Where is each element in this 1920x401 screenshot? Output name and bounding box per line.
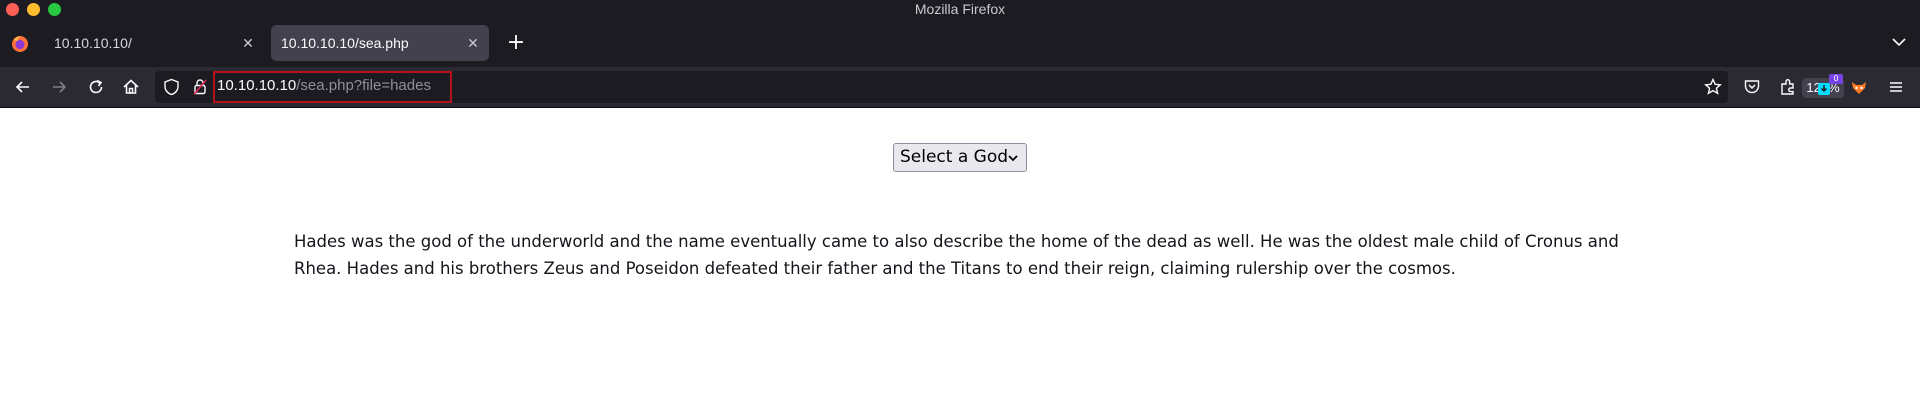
tab-strip: 10.10.10.10/ ✕ 10.10.10.10/sea.php ✕ + bbox=[0, 19, 1920, 67]
home-icon[interactable] bbox=[121, 77, 141, 97]
back-icon[interactable] bbox=[13, 77, 33, 97]
close-tab-icon[interactable]: ✕ bbox=[465, 25, 481, 61]
god-select-dropdown[interactable]: Select a God bbox=[893, 143, 1027, 172]
maximize-window-button[interactable] bbox=[48, 3, 61, 16]
url-path: /sea.php?file=hades bbox=[296, 77, 431, 94]
menu-icon[interactable] bbox=[1886, 77, 1906, 97]
chevron-down-icon bbox=[1008, 155, 1018, 162]
tab-home[interactable]: 10.10.10.10/ ✕ bbox=[44, 25, 264, 61]
navigation-toolbar: 10.10.10.10/sea.php?file=hades 120% 0 bbox=[0, 67, 1920, 108]
url-text[interactable]: 10.10.10.10/sea.php?file=hades bbox=[217, 77, 431, 94]
shield-icon[interactable] bbox=[163, 78, 180, 96]
extensions-icon[interactable] bbox=[1778, 77, 1798, 97]
new-tab-plus-icon[interactable]: + bbox=[505, 32, 527, 54]
forward-icon[interactable] bbox=[49, 77, 69, 97]
minimize-window-button[interactable] bbox=[27, 3, 40, 16]
list-all-tabs-chevron-icon[interactable] bbox=[1890, 33, 1908, 51]
extension-badge: 0 bbox=[1829, 74, 1843, 84]
reload-icon[interactable] bbox=[86, 77, 106, 97]
window-titlebar: Mozilla Firefox bbox=[0, 0, 1920, 19]
tab-label: 10.10.10.10/ bbox=[54, 35, 132, 51]
tab-label: 10.10.10.10/sea.php bbox=[281, 35, 409, 51]
url-bar[interactable]: 10.10.10.10/sea.php?file=hades 120% bbox=[155, 71, 1844, 103]
firefox-logo-icon[interactable] bbox=[11, 35, 29, 53]
fox-extension-icon[interactable] bbox=[1849, 77, 1869, 97]
close-window-button[interactable] bbox=[6, 3, 19, 16]
url-host: 10.10.10.10 bbox=[217, 77, 297, 94]
pocket-icon[interactable] bbox=[1742, 77, 1762, 97]
page-content: Select a God Hades was the god of the un… bbox=[0, 108, 1920, 401]
god-select-value: Select a God bbox=[900, 147, 1009, 167]
tab-sea-php[interactable]: 10.10.10.10/sea.php ✕ bbox=[271, 25, 489, 61]
window-title: Mozilla Firefox bbox=[914, 1, 1006, 17]
god-description-text: Hades was the god of the underworld and … bbox=[294, 232, 1619, 278]
close-tab-icon[interactable]: ✕ bbox=[240, 25, 256, 61]
insecure-lock-icon[interactable] bbox=[193, 78, 207, 96]
bookmark-star-icon[interactable] bbox=[1703, 77, 1723, 97]
